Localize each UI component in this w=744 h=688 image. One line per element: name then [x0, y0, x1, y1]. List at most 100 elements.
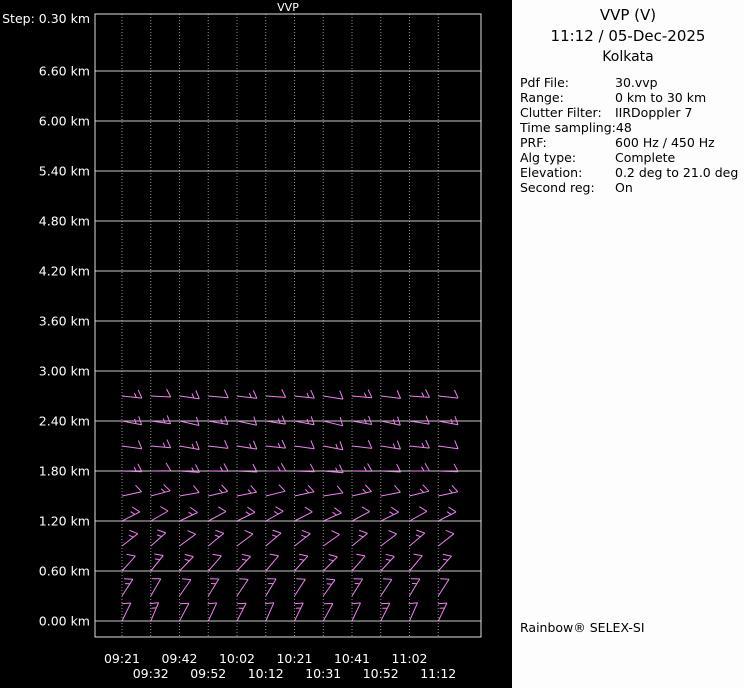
- y-tick-label: 0.00 km: [39, 614, 90, 629]
- wind-barb: [179, 578, 192, 597]
- wind-barb: [437, 578, 450, 597]
- y-tick-label: 6.60 km: [39, 64, 90, 79]
- wind-barb: [322, 554, 338, 572]
- wind-barb: [323, 507, 342, 522]
- x-tick-label: 10:02: [219, 651, 255, 666]
- wind-barb: [409, 462, 430, 472]
- wind-barb: [265, 506, 284, 522]
- info-value: 0.2 deg to 21.0 deg: [615, 165, 739, 180]
- wind-barb: [380, 529, 398, 547]
- info-row: PRF: 600 Hz / 450 Hz: [520, 135, 744, 150]
- wind-barb: [265, 462, 287, 472]
- y-tick-label: 1.80 km: [39, 464, 90, 479]
- info-label: Range:: [520, 90, 564, 105]
- info-label: Elevation:: [520, 165, 583, 180]
- wind-barb: [351, 484, 372, 497]
- x-tick-label: 09:42: [161, 651, 197, 666]
- wind-barb: [351, 439, 373, 449]
- wind-barb: [121, 484, 142, 497]
- info-label: PRF:: [520, 135, 547, 150]
- wind-barb: [236, 602, 247, 622]
- wind-barb: [408, 602, 419, 622]
- wind-barb: [294, 440, 315, 450]
- wind-barb: [179, 485, 200, 497]
- y-tick-label: 4.20 km: [39, 264, 90, 279]
- wind-barb: [294, 529, 311, 547]
- wind-barb: [437, 602, 448, 622]
- x-tick-label: 10:31: [305, 666, 341, 681]
- wind-barb: [265, 529, 282, 547]
- info-row: Pdf File: 30.vvp: [520, 75, 744, 90]
- wind-barb: [380, 553, 395, 572]
- wind-barb: [351, 553, 366, 572]
- wind-barb: [409, 553, 423, 572]
- wind-barb: [294, 602, 304, 622]
- wind-barb: [323, 441, 344, 451]
- wind-barb: [150, 578, 162, 597]
- wind-barb: [208, 389, 229, 399]
- wind-barb: [179, 506, 198, 522]
- wind-barb: [150, 462, 172, 472]
- wind-barb: [207, 529, 225, 547]
- y-tick-label: 0.60 km: [39, 564, 90, 579]
- wind-barb: [409, 439, 430, 449]
- x-tick-label: 09:52: [190, 666, 226, 681]
- wind-barb: [236, 440, 258, 450]
- wind-barb: [121, 529, 139, 547]
- wind-barb: [207, 578, 220, 597]
- wind-barb: [265, 578, 277, 597]
- x-tick-label: 09:32: [133, 666, 169, 681]
- wind-barb: [236, 553, 251, 572]
- x-tick-label: 09:21: [104, 651, 140, 666]
- wind-barb: [207, 602, 218, 622]
- wind-barb: [121, 553, 136, 572]
- wind-barb: [179, 390, 200, 400]
- x-axis-labels: 09:2109:3209:4209:5210:0210:1210:2110:31…: [104, 651, 456, 681]
- wind-barb: [380, 602, 391, 622]
- step-label: Step: 0.30 km: [2, 11, 90, 26]
- info-label: Pdf File:: [520, 75, 569, 90]
- wind-barb: [380, 485, 401, 497]
- panel-site: Kolkata: [602, 49, 654, 65]
- chart-title: VVP: [277, 1, 299, 14]
- wind-barb: [380, 390, 402, 399]
- wind-barb: [323, 485, 344, 497]
- panel-title: VVP (V): [599, 6, 657, 24]
- info-label: Time sampling:: [520, 120, 616, 135]
- wind-barb: [179, 553, 194, 572]
- info-label: Second reg:: [520, 180, 595, 195]
- vvp-chart: VVP Step: 0.30 km 6.60 km 6.00 km 5.40 km 4…: [2, 1, 482, 681]
- wind-barb: [121, 506, 141, 522]
- wind-barb: [179, 602, 190, 622]
- wind-barb: [322, 578, 336, 597]
- wind-barb: [294, 578, 306, 597]
- wind-barb: [409, 529, 426, 547]
- wind-barbs: [121, 388, 459, 622]
- y-tick-label: 3.00 km: [39, 364, 90, 379]
- info-row: Alg type: Complete: [520, 150, 744, 165]
- y-tick-label: 5.40 km: [39, 164, 90, 179]
- wind-barb: [265, 389, 287, 398]
- x-tick-label: 10:21: [276, 651, 312, 666]
- x-tick-label: 11:02: [391, 651, 427, 666]
- wind-barb: [351, 529, 368, 547]
- wind-barb: [150, 553, 164, 572]
- wind-barb: [409, 578, 421, 597]
- wind-barb: [236, 389, 258, 399]
- info-value: IIRDoppler 7: [615, 105, 693, 120]
- wind-barb: [121, 602, 132, 622]
- wind-barb: [265, 415, 286, 425]
- info-value: 48: [615, 120, 632, 135]
- wind-barb: [351, 578, 364, 597]
- wind-barb: [208, 415, 229, 425]
- wind-barb: [208, 506, 227, 522]
- wind-barb: [351, 463, 373, 472]
- wind-barb: [409, 389, 430, 398]
- wind-barb: [236, 529, 254, 547]
- info-value: 30.vvp: [615, 75, 658, 90]
- wind-barb: [265, 484, 286, 497]
- wind-barb: [294, 553, 309, 572]
- wind-barb: [265, 439, 287, 449]
- wind-barb: [380, 578, 393, 597]
- wind-barb: [351, 506, 370, 522]
